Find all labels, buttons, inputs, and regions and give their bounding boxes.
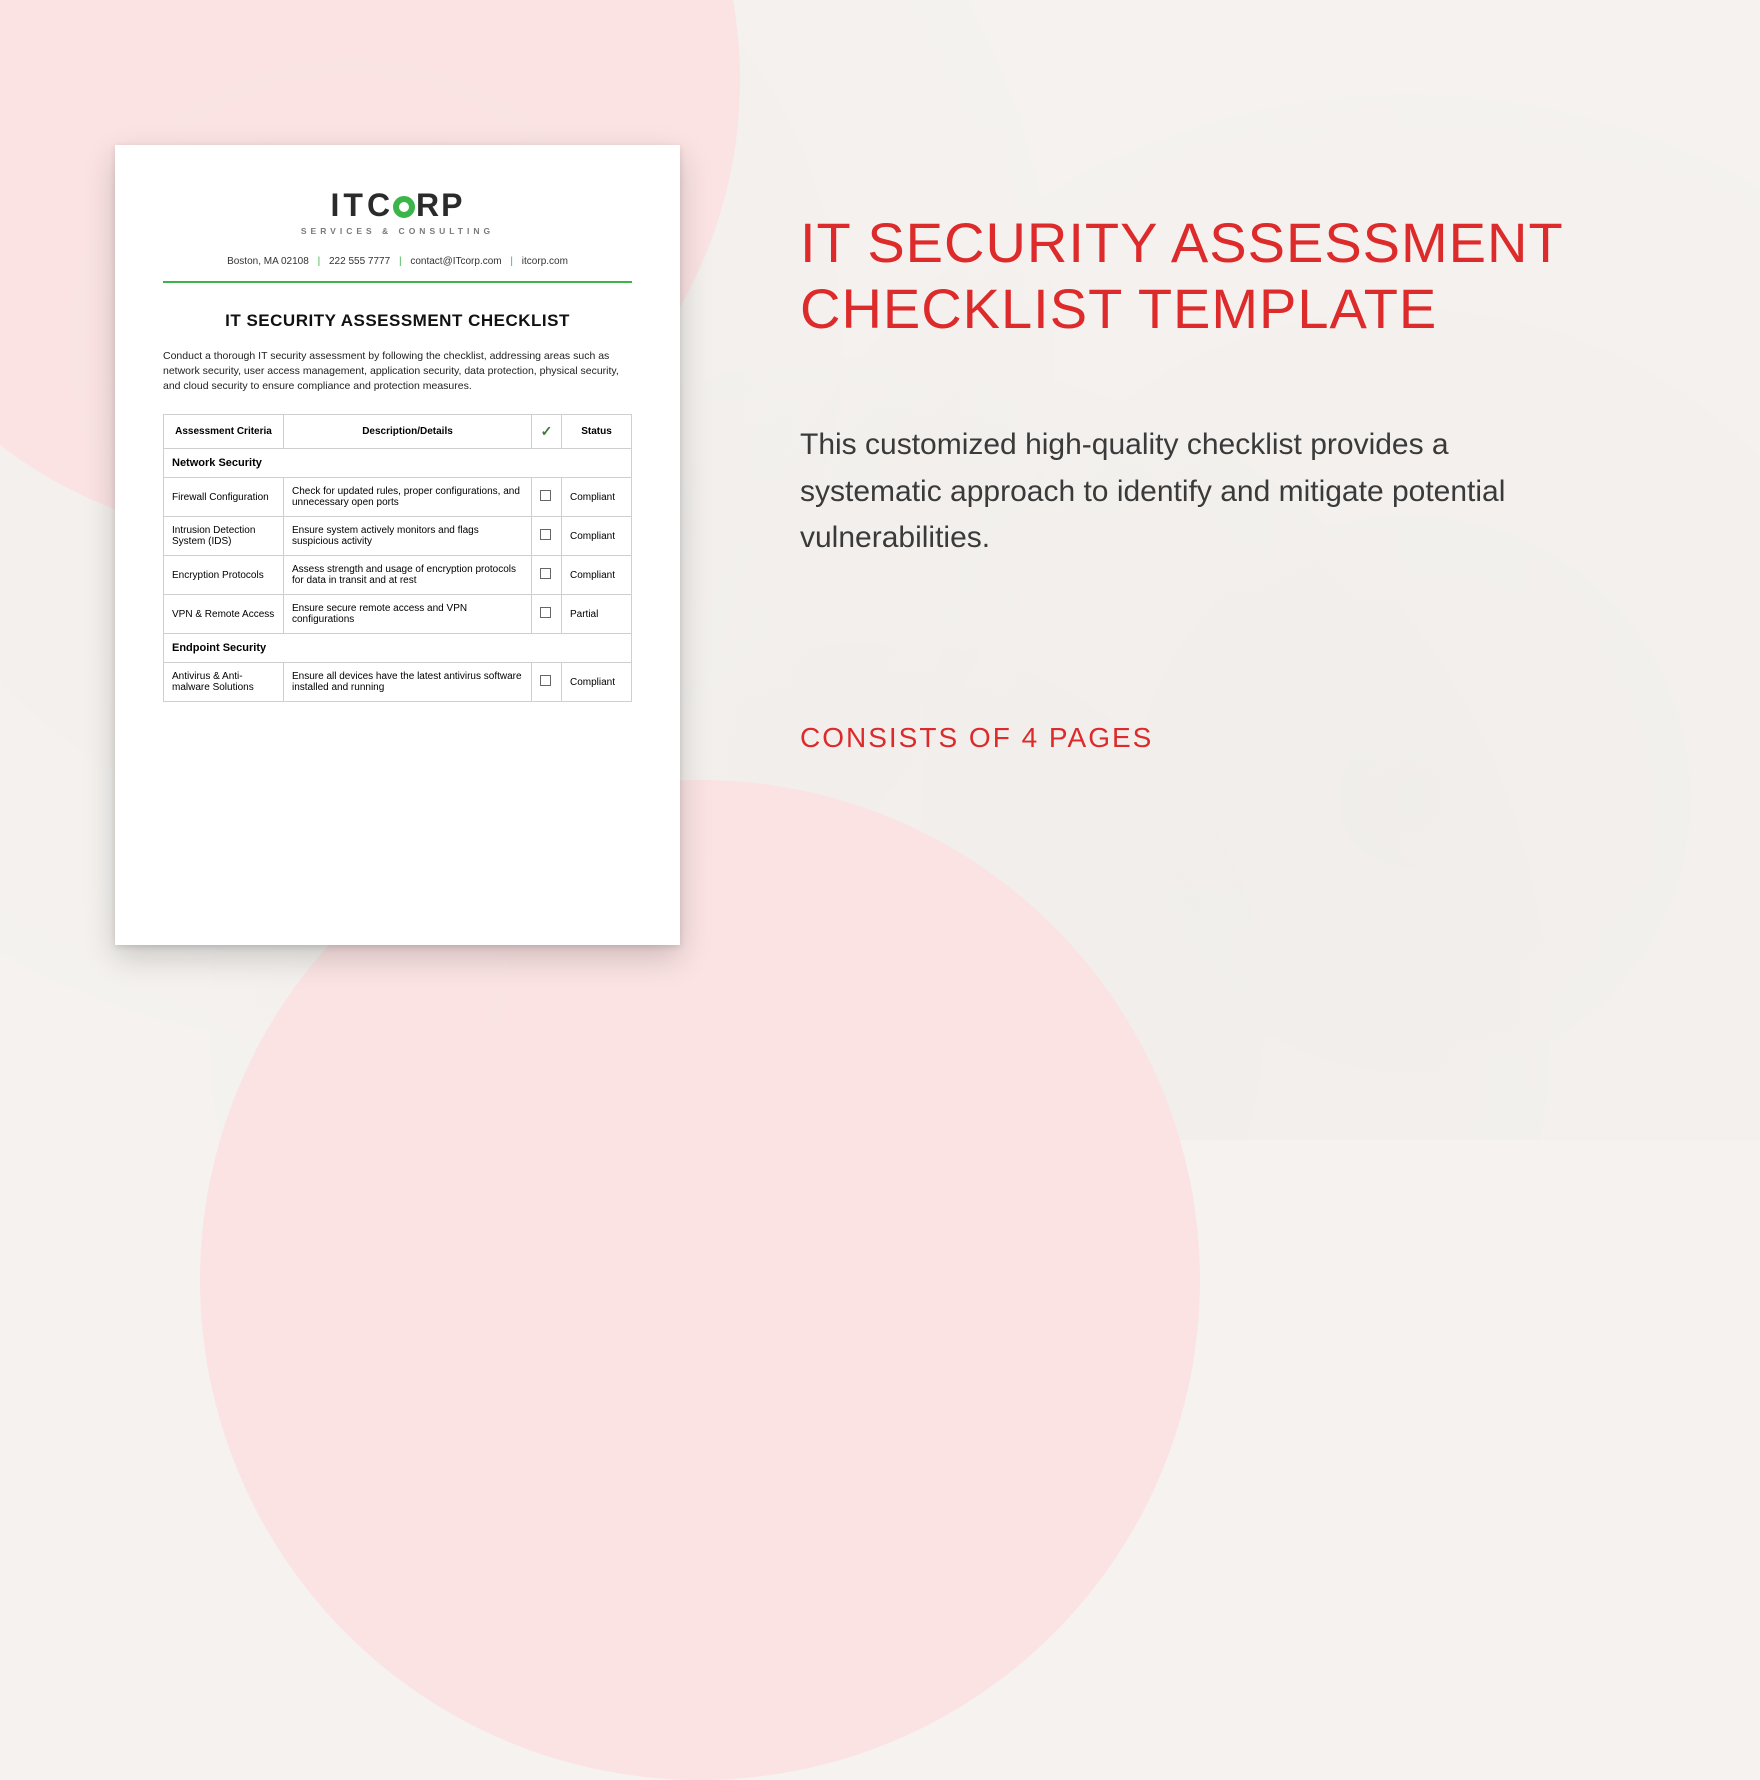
document-title: IT SECURITY ASSESSMENT CHECKLIST [163,311,632,331]
cell-checkbox [532,478,562,517]
cell-checkbox [532,595,562,634]
cell-checkbox [532,517,562,556]
table-section-row: Endpoint Security [164,634,632,663]
document-preview: IT C RP SERVICES & CONSULTING Boston, MA… [115,145,680,945]
contact-city: Boston, MA 02108 [227,256,309,267]
table-row: Intrusion Detection System (IDS)Ensure s… [164,517,632,556]
cell-criteria: Encryption Protocols [164,556,284,595]
promo-panel: IT SECURITY ASSESSMENT CHECKLIST TEMPLAT… [800,210,1630,754]
table-row: VPN & Remote AccessEnsure secure remote … [164,595,632,634]
section-name: Endpoint Security [164,634,632,663]
logo-it: IT [331,187,367,224]
checklist-table: Assessment Criteria Description/Details … [163,414,632,702]
separator-icon: | [318,256,321,267]
cell-status: Compliant [562,517,632,556]
header-criteria: Assessment Criteria [164,415,284,449]
contact-phone: 222 555 7777 [329,256,390,267]
cell-criteria: Intrusion Detection System (IDS) [164,517,284,556]
checkbox-icon [540,568,551,579]
cell-status: Partial [562,595,632,634]
cell-description: Ensure all devices have the latest antiv… [284,663,532,702]
table-row: Antivirus & Anti-malware SolutionsEnsure… [164,663,632,702]
contact-email: contact@ITcorp.com [410,256,501,267]
table-header-row: Assessment Criteria Description/Details … [164,415,632,449]
promo-headline: IT SECURITY ASSESSMENT CHECKLIST TEMPLAT… [800,210,1630,342]
checkbox-icon [540,675,551,686]
cell-checkbox [532,663,562,702]
logo: IT C RP SERVICES & CONSULTING [163,187,632,236]
cell-description: Ensure secure remote access and VPN conf… [284,595,532,634]
checkbox-icon [540,607,551,618]
cell-description: Check for updated rules, proper configur… [284,478,532,517]
cell-checkbox [532,556,562,595]
logo-subtitle: SERVICES & CONSULTING [163,226,632,236]
document-intro: Conduct a thorough IT security assessmen… [163,349,632,395]
logo-o-icon [393,196,415,218]
contact-site: itcorp.com [522,256,568,267]
header-status: Status [562,415,632,449]
separator-icon: | [399,256,402,267]
checkbox-icon [540,490,551,501]
checkbox-icon [540,529,551,540]
cell-description: Assess strength and usage of encryption … [284,556,532,595]
logo-main: IT C RP [331,187,465,224]
cell-status: Compliant [562,478,632,517]
promo-blurb: This customized high-quality checklist p… [800,422,1560,562]
cell-description: Ensure system actively monitors and flag… [284,517,532,556]
cell-status: Compliant [562,556,632,595]
cell-status: Compliant [562,663,632,702]
table-row: Encryption ProtocolsAssess strength and … [164,556,632,595]
cell-criteria: Antivirus & Anti-malware Solutions [164,663,284,702]
divider [163,281,632,283]
table-row: Firewall ConfigurationCheck for updated … [164,478,632,517]
promo-pages: CONSISTS OF 4 PAGES [800,722,1630,754]
cell-criteria: Firewall Configuration [164,478,284,517]
logo-c: C [367,187,392,224]
table-section-row: Network Security [164,449,632,478]
section-name: Network Security [164,449,632,478]
separator-icon: | [510,256,513,267]
contact-line: Boston, MA 02108 | 222 555 7777 | contac… [163,256,632,267]
logo-rp: RP [416,187,464,224]
header-check: ✓ [532,415,562,449]
cell-criteria: VPN & Remote Access [164,595,284,634]
checkmark-icon: ✓ [541,423,553,440]
header-description: Description/Details [284,415,532,449]
